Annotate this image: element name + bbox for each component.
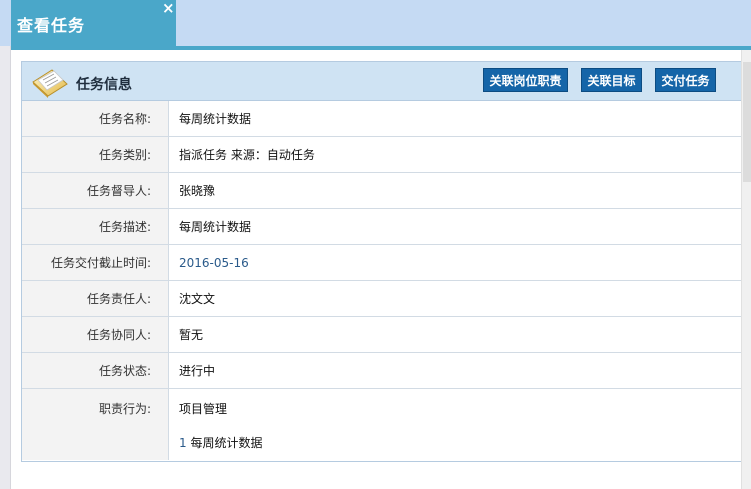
tab-accent-line bbox=[11, 46, 751, 50]
table-row: 职责行为: 项目管理 1 每周统计数据 bbox=[22, 389, 751, 460]
task-info-panel: 任务信息 关联岗位职责 关联目标 交付任务 任务名称: 每周统计数据 任务类别:… bbox=[21, 61, 751, 462]
field-label: 任务名称: bbox=[22, 101, 169, 136]
table-row: 任务名称: 每周统计数据 bbox=[22, 101, 751, 137]
table-row: 任务责任人: 沈文文 bbox=[22, 281, 751, 317]
vertical-scrollbar[interactable] bbox=[741, 50, 751, 489]
field-label: 任务协同人: bbox=[22, 317, 169, 352]
left-edge bbox=[0, 46, 11, 489]
task-name-value: 每周统计数据 bbox=[179, 112, 252, 126]
table-row: 任务督导人: 张晓豫 bbox=[22, 173, 751, 209]
field-label: 任务交付截止时间: bbox=[22, 245, 169, 280]
folder-document-icon bbox=[30, 64, 70, 98]
duty-value: 项目管理 bbox=[179, 402, 228, 416]
panel-title: 任务信息 bbox=[76, 77, 132, 93]
close-icon[interactable]: × bbox=[162, 1, 175, 16]
duty-sub-item: 1 每周统计数据 bbox=[179, 434, 262, 451]
field-label: 任务状态: bbox=[22, 353, 169, 388]
table-row: 任务交付截止时间: 2016-05-16 bbox=[22, 245, 751, 281]
table-row: 任务描述: 每周统计数据 bbox=[22, 209, 751, 245]
field-label: 任务责任人: bbox=[22, 281, 169, 316]
field-label: 任务督导人: bbox=[22, 173, 169, 208]
field-label: 任务类别: bbox=[22, 137, 169, 172]
task-deadline-value: 2016-05-16 bbox=[179, 256, 249, 270]
table-row: 任务协同人: 暂无 bbox=[22, 317, 751, 353]
duty-sub-text: 每周统计数据 bbox=[190, 436, 263, 450]
duty-sub-number: 1 bbox=[179, 436, 187, 450]
task-owner-value: 沈文文 bbox=[179, 292, 216, 306]
deliver-task-button[interactable]: 交付任务 bbox=[655, 68, 716, 92]
field-label: 职责行为: bbox=[22, 389, 169, 460]
task-description-value: 每周统计数据 bbox=[179, 220, 252, 234]
task-collaborator-value: 暂无 bbox=[179, 328, 204, 342]
tab-title: 查看任务 bbox=[17, 16, 86, 35]
task-supervisor-value: 张晓豫 bbox=[179, 184, 216, 198]
table-row: 任务状态: 进行中 bbox=[22, 353, 751, 389]
link-duty-button[interactable]: 关联岗位职责 bbox=[483, 68, 568, 92]
task-status-value: 进行中 bbox=[179, 364, 216, 378]
link-goal-button[interactable]: 关联目标 bbox=[581, 68, 642, 92]
task-info-table: 任务名称: 每周统计数据 任务类别: 指派任务 来源：自动任务 任务督导人: 张… bbox=[22, 101, 751, 460]
field-label: 任务描述: bbox=[22, 209, 169, 244]
scrollbar-thumb[interactable] bbox=[743, 62, 751, 182]
task-type-value: 指派任务 来源：自动任务 bbox=[179, 148, 315, 162]
panel-header: 任务信息 关联岗位职责 关联目标 交付任务 bbox=[22, 62, 751, 101]
table-row: 任务类别: 指派任务 来源：自动任务 bbox=[22, 137, 751, 173]
tab-view-task[interactable]: 查看任务 × bbox=[11, 0, 176, 46]
